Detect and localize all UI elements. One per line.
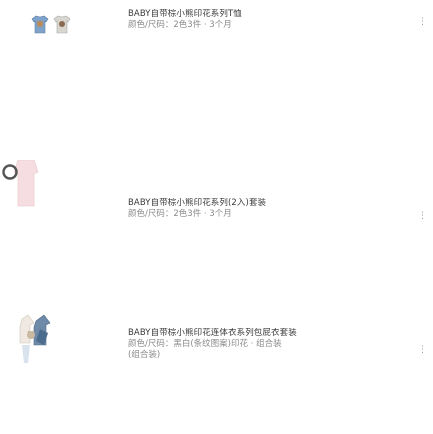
item-info: BABY自带棕小熊印花连体衣系列包屁衣套装 颜色/尺码：黑白(条纹图案)印花 ·… (86, 315, 433, 361)
more-options-icon[interactable]: ⋮ (418, 345, 427, 355)
item-title: BABY自带棕小熊印花系列T恤 (128, 9, 242, 19)
item-info: BABY自带棕小熊印花系列(2入)套装 颜色/尺码：2色3件 · 3个月 (86, 160, 433, 220)
list-item[interactable]: BABY自带棕小熊印花系列T恤 颜色/尺码：2色3件 · 3个月 ⋮ (0, 3, 433, 43)
product-image (0, 159, 86, 240)
bear-tee-icon (31, 15, 71, 34)
item-spec: 颜色/尺码：黑白(条纹图案)印花 · 组合装 (组合装) (128, 339, 378, 361)
bear-romper-icon (19, 314, 51, 363)
item-spec: 颜色/尺码：2色3件 · 3个月 (128, 209, 232, 219)
item-info: BABY自带棕小熊印花系列T恤 颜色/尺码：2色3件 · 3个月 (86, 3, 433, 31)
item-spec-main: 颜色/尺码：黑白(条纹图案)印花 · 组合装 (128, 339, 282, 349)
item-spec: 颜色/尺码：2色3件 · 3个月 (128, 20, 232, 30)
product-image (0, 3, 86, 43)
more-options-icon[interactable]: ⋮ (418, 17, 427, 27)
item-title: BABY自带棕小熊印花连体衣系列包屁衣套装 (128, 328, 297, 338)
product-list: BABY自带棕小熊印花系列T恤 颜色/尺码：2色3件 · 3个月 ⋮ BABY自… (0, 0, 433, 434)
product-image (0, 314, 86, 375)
item-spec-extra: (组合装) (128, 350, 161, 360)
list-item[interactable]: BABY自带棕小熊印花系列(2入)套装 颜色/尺码：2色3件 · 3个月 ⋮ (0, 159, 433, 240)
item-title: BABY自带棕小熊印花系列(2入)套装 (128, 198, 267, 208)
list-item[interactable]: BABY自带棕小熊印花连体衣系列包屁衣套装 颜色/尺码：黑白(条纹图案)印花 ·… (0, 314, 433, 375)
pink-bodysuit-icon (2, 159, 39, 207)
more-options-icon[interactable]: ⋮ (418, 211, 427, 221)
